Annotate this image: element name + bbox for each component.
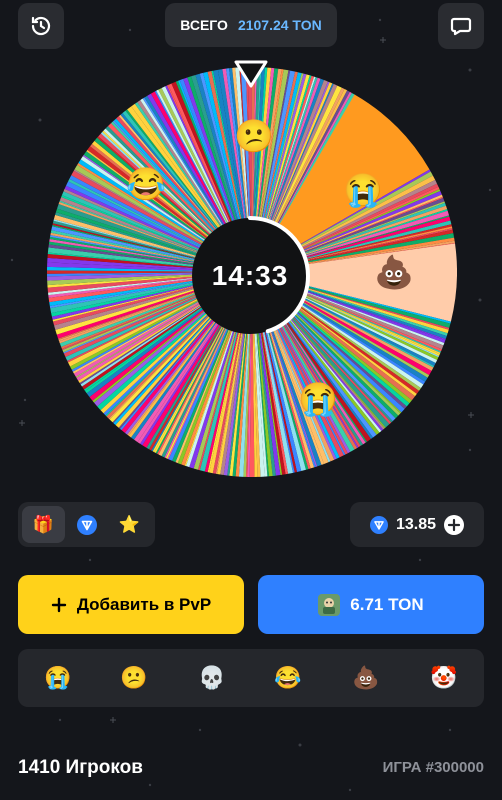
chat-button[interactable] [438, 3, 484, 49]
history-clock-icon [31, 16, 51, 36]
timer-progress-ring [190, 216, 310, 336]
emoji-reaction-button[interactable]: 😕 [114, 663, 154, 693]
balance-pill[interactable]: 13.85 [350, 502, 484, 547]
wheel-emoji: 😭 [343, 172, 383, 208]
chat-bubble-icon [450, 17, 472, 36]
bet-value: 6.71 TON [350, 594, 424, 614]
gift-icon: 🎁 [32, 514, 55, 534]
ton-icon [369, 515, 388, 534]
emoji-reaction-button[interactable]: 💩 [346, 663, 386, 693]
wheel-emoji: 💩 [374, 254, 414, 290]
currency-toggle: 🎁 ⭐ [18, 502, 155, 547]
toggle-gift[interactable]: 🎁 [22, 506, 65, 543]
total-value: 2107.24 TON [237, 17, 322, 33]
plus-icon [51, 597, 67, 612]
emoji-reaction-button[interactable]: 💀 [192, 663, 232, 693]
emoji-reaction-button[interactable]: 😭 [38, 663, 78, 693]
star-icon: ⭐ [118, 514, 141, 534]
players-count: 1410 Игроков [18, 757, 143, 778]
toggle-ton[interactable] [65, 506, 108, 543]
game-number: ИГРА #300000 [382, 759, 484, 776]
emoji-reaction-bar: 😭 😕 💀 😂 💩 🤡 [18, 649, 484, 707]
add-to-pvp-button[interactable]: Добавить в PvP [18, 575, 244, 634]
ton-icon [76, 514, 97, 535]
emoji-reaction-button[interactable]: 😂 [268, 663, 308, 693]
history-button[interactable] [18, 3, 64, 49]
wheel-emoji: 😂 [126, 166, 166, 202]
wheel-emoji: 😭 [298, 381, 338, 417]
plus-circle-icon[interactable] [444, 514, 465, 535]
total-label: ВСЕГО [180, 17, 228, 33]
bet-button[interactable]: 6.71 TON [258, 575, 484, 634]
toggle-star[interactable]: ⭐ [108, 506, 151, 543]
wheel-center: 14:33 [190, 216, 310, 336]
wheel-emoji: 😕 [234, 118, 274, 154]
emoji-reaction-button[interactable]: 🤡 [424, 663, 464, 693]
wheel-pointer-icon [234, 60, 268, 88]
total-pot-badge: ВСЕГО 2107.24 TON [165, 3, 337, 47]
gift-nft-icon [318, 593, 341, 616]
balance-value: 13.85 [395, 515, 437, 533]
add-to-pvp-label: Добавить в PvP [76, 594, 212, 614]
